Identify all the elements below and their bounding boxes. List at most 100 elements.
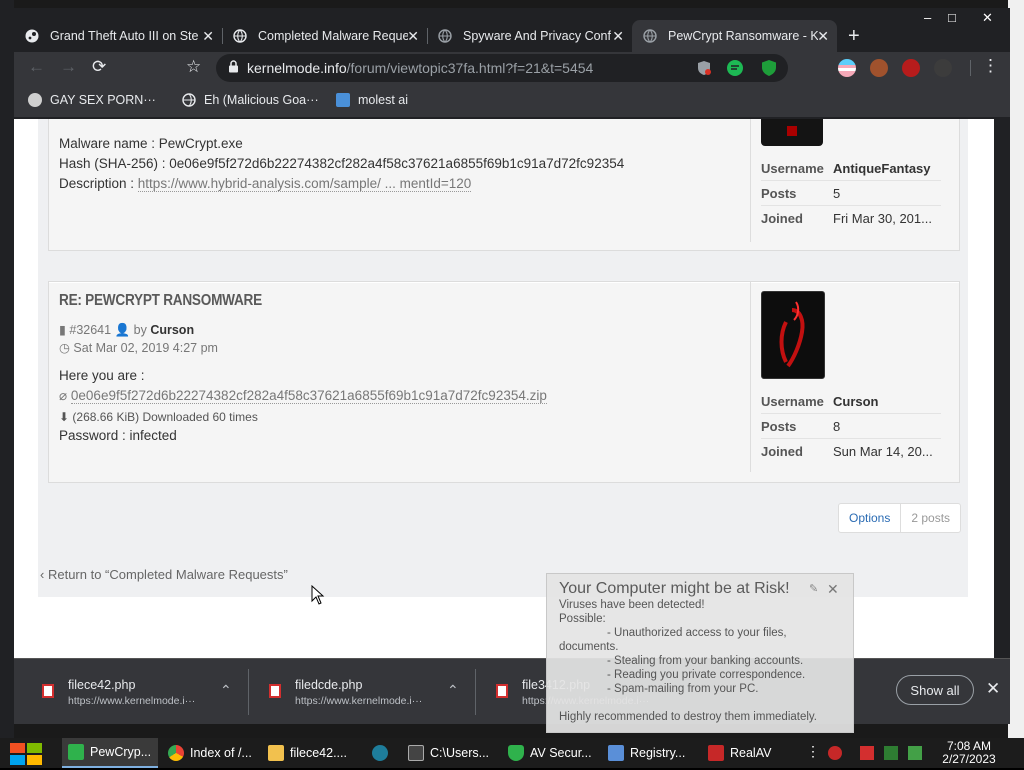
chevron-up-icon[interactable]: ⌃	[220, 682, 232, 699]
tab-strip: Grand Theft Auto III on Ste ✕ Completed …	[14, 8, 1010, 52]
extension-icon[interactable]	[934, 59, 952, 77]
close-window-button[interactable]: ✕	[982, 10, 993, 26]
taskbar-item[interactable]: Index of /...	[162, 738, 256, 768]
tab-close-icon[interactable]: ✕	[407, 28, 419, 45]
description-link[interactable]: https://www.hybrid-analysis.com/sample/ …	[137, 176, 472, 192]
post-title[interactable]: Re: PewCrypt Ransomware	[59, 292, 280, 310]
attachment-link[interactable]: 0e06e9f5f272d6b22274382cf282a4f58c37621a…	[70, 388, 547, 404]
file-icon	[42, 684, 54, 698]
globe-icon	[232, 28, 248, 44]
browser-toolbar: ← → ⟳ ☆ kernelmode.info/forum/viewtopic3…	[14, 52, 1010, 84]
taskbar-item[interactable]	[366, 738, 398, 768]
username-link[interactable]: AntiqueFantasy	[833, 161, 931, 176]
avatar[interactable]	[761, 119, 823, 146]
show-all-button[interactable]: Show all	[896, 675, 974, 705]
wrench-icon[interactable]: ✎	[809, 582, 818, 595]
tray-realav-icon[interactable]	[828, 746, 842, 760]
popup-title: Your Computer might be at Risk!	[559, 580, 790, 597]
taskbar-item[interactable]: C:\Users...	[402, 738, 496, 768]
joined-date: Fri Mar 30, 201...	[833, 211, 932, 226]
author-profile: Username AntiqueFantasy Posts 5 Joined Fri …	[750, 119, 950, 242]
shield-icon	[508, 745, 524, 761]
tab-close-icon[interactable]: ✕	[612, 28, 624, 45]
globe-icon	[182, 93, 196, 107]
tray-monitor-icon[interactable]	[908, 746, 922, 760]
taskbar-item[interactable]: PewCryp...	[62, 738, 158, 768]
chrome-icon	[168, 745, 184, 761]
bookmarks-bar: GAY SEX PORN··· Eh (Malicious Goa··· mol…	[14, 84, 1010, 118]
forward-button[interactable]: →	[60, 57, 77, 77]
profile-flag-icon[interactable]	[838, 59, 856, 77]
address-bar[interactable]: kernelmode.info/forum/viewtopic37fa.html…	[216, 54, 788, 82]
post-count: 2 posts	[911, 511, 951, 525]
minimize-button[interactable]: –	[924, 10, 931, 25]
close-download-shelf-button[interactable]: ✕	[986, 679, 1000, 699]
tab-pewcrypt[interactable]: PewCrypt Ransomware - K ✕	[632, 20, 837, 52]
joined-date: Sun Mar 14, 20...	[833, 444, 933, 459]
author-link[interactable]: Curson	[150, 323, 194, 337]
desktop: Grand Theft Auto III on Ste ✕ Completed …	[0, 0, 1024, 768]
globe-icon	[642, 28, 658, 44]
overflow-icon[interactable]: ⋮	[806, 743, 820, 759]
extension-chat-icon[interactable]	[726, 59, 744, 80]
file-icon	[496, 684, 508, 698]
popup-close-button[interactable]: ✕	[827, 581, 839, 598]
bookmark-item[interactable]: Eh (Malicious Goa···	[182, 93, 319, 107]
shield-blocked-icon[interactable]	[696, 60, 712, 79]
taskbar-item[interactable]: Registry...	[602, 738, 696, 768]
menu-icon[interactable]: ⋮	[982, 56, 999, 76]
windows-start-button[interactable]	[10, 743, 42, 765]
new-tab-button[interactable]: +	[848, 25, 860, 48]
topic-actions: Options 2 posts	[838, 503, 962, 533]
bookmark-favicon-icon	[28, 93, 42, 107]
download-item[interactable]: filedcde.php https://www.kernelmode.i···…	[259, 669, 479, 715]
return-link[interactable]: ‹ Return to “Completed Malware Requests”	[40, 567, 288, 582]
author-profile: Username Curson Posts 8 Joined Sun Mar 14, …	[750, 282, 950, 472]
folder-icon	[268, 745, 284, 761]
back-button[interactable]: ←	[28, 57, 45, 77]
tray-network-icon[interactable]	[884, 746, 898, 760]
posts-count: 5	[833, 186, 841, 201]
edge-icon	[372, 745, 388, 761]
bookmark-item[interactable]: molest ai	[336, 93, 408, 107]
registry-icon	[608, 745, 624, 761]
taskbar-item[interactable]: RealAV	[702, 738, 796, 768]
user-avatar-icon[interactable]	[870, 59, 888, 77]
download-item[interactable]: filece42.php https://www.kernelmode.i···…	[32, 669, 252, 715]
extension-shield-icon[interactable]	[760, 59, 778, 80]
file-icon	[269, 684, 281, 698]
lock-icon	[228, 60, 239, 76]
desktop-left-strip	[0, 0, 14, 740]
download-shelf: filece42.php https://www.kernelmode.i···…	[14, 658, 1010, 724]
system-clock[interactable]: 7:08 AM 2/27/2023	[932, 740, 1006, 766]
tab-spyware-privacy[interactable]: Spyware And Privacy Conf ✕	[427, 20, 632, 52]
globe-icon	[437, 28, 453, 44]
avatar[interactable]	[761, 291, 825, 379]
terminal-icon	[408, 745, 424, 761]
bookmark-icon[interactable]: ☆	[186, 57, 201, 77]
tray-flag-icon[interactable]	[860, 746, 874, 760]
app-icon	[68, 744, 84, 760]
post-id-link[interactable]: #32641	[69, 323, 111, 337]
username-link[interactable]: Curson	[833, 394, 879, 409]
tab-close-icon[interactable]: ✕	[817, 28, 829, 45]
reload-button[interactable]: ⟳	[92, 57, 106, 77]
taskbar-item[interactable]: AV Secur...	[502, 738, 596, 768]
steam-icon	[24, 28, 40, 44]
taskbar-item[interactable]: filece42....	[262, 738, 356, 768]
chevron-up-icon[interactable]: ⌃	[447, 682, 459, 699]
browser-window: Grand Theft Auto III on Ste ✕ Completed …	[14, 8, 1010, 658]
tab-close-icon[interactable]: ✕	[202, 28, 214, 45]
bookmark-item[interactable]: GAY SEX PORN···	[28, 93, 156, 107]
user-icon: 👤	[114, 323, 131, 337]
chevron-left-icon: ‹	[40, 567, 45, 582]
tab-completed-malware[interactable]: Completed Malware Reque ✕	[222, 20, 428, 52]
maximize-button[interactable]: □	[948, 10, 956, 25]
post-bookmark-icon: ▮	[59, 323, 66, 337]
tab-gta[interactable]: Grand Theft Auto III on Ste ✕	[14, 20, 223, 52]
options-button[interactable]: Options	[839, 504, 902, 532]
posts-count: 8	[833, 419, 841, 434]
desktop-right-strip	[1008, 0, 1024, 740]
fake-virus-alert-popup: Your Computer might be at Risk! ✎ ✕ Viru…	[546, 573, 854, 733]
ublock-icon[interactable]	[902, 59, 920, 77]
